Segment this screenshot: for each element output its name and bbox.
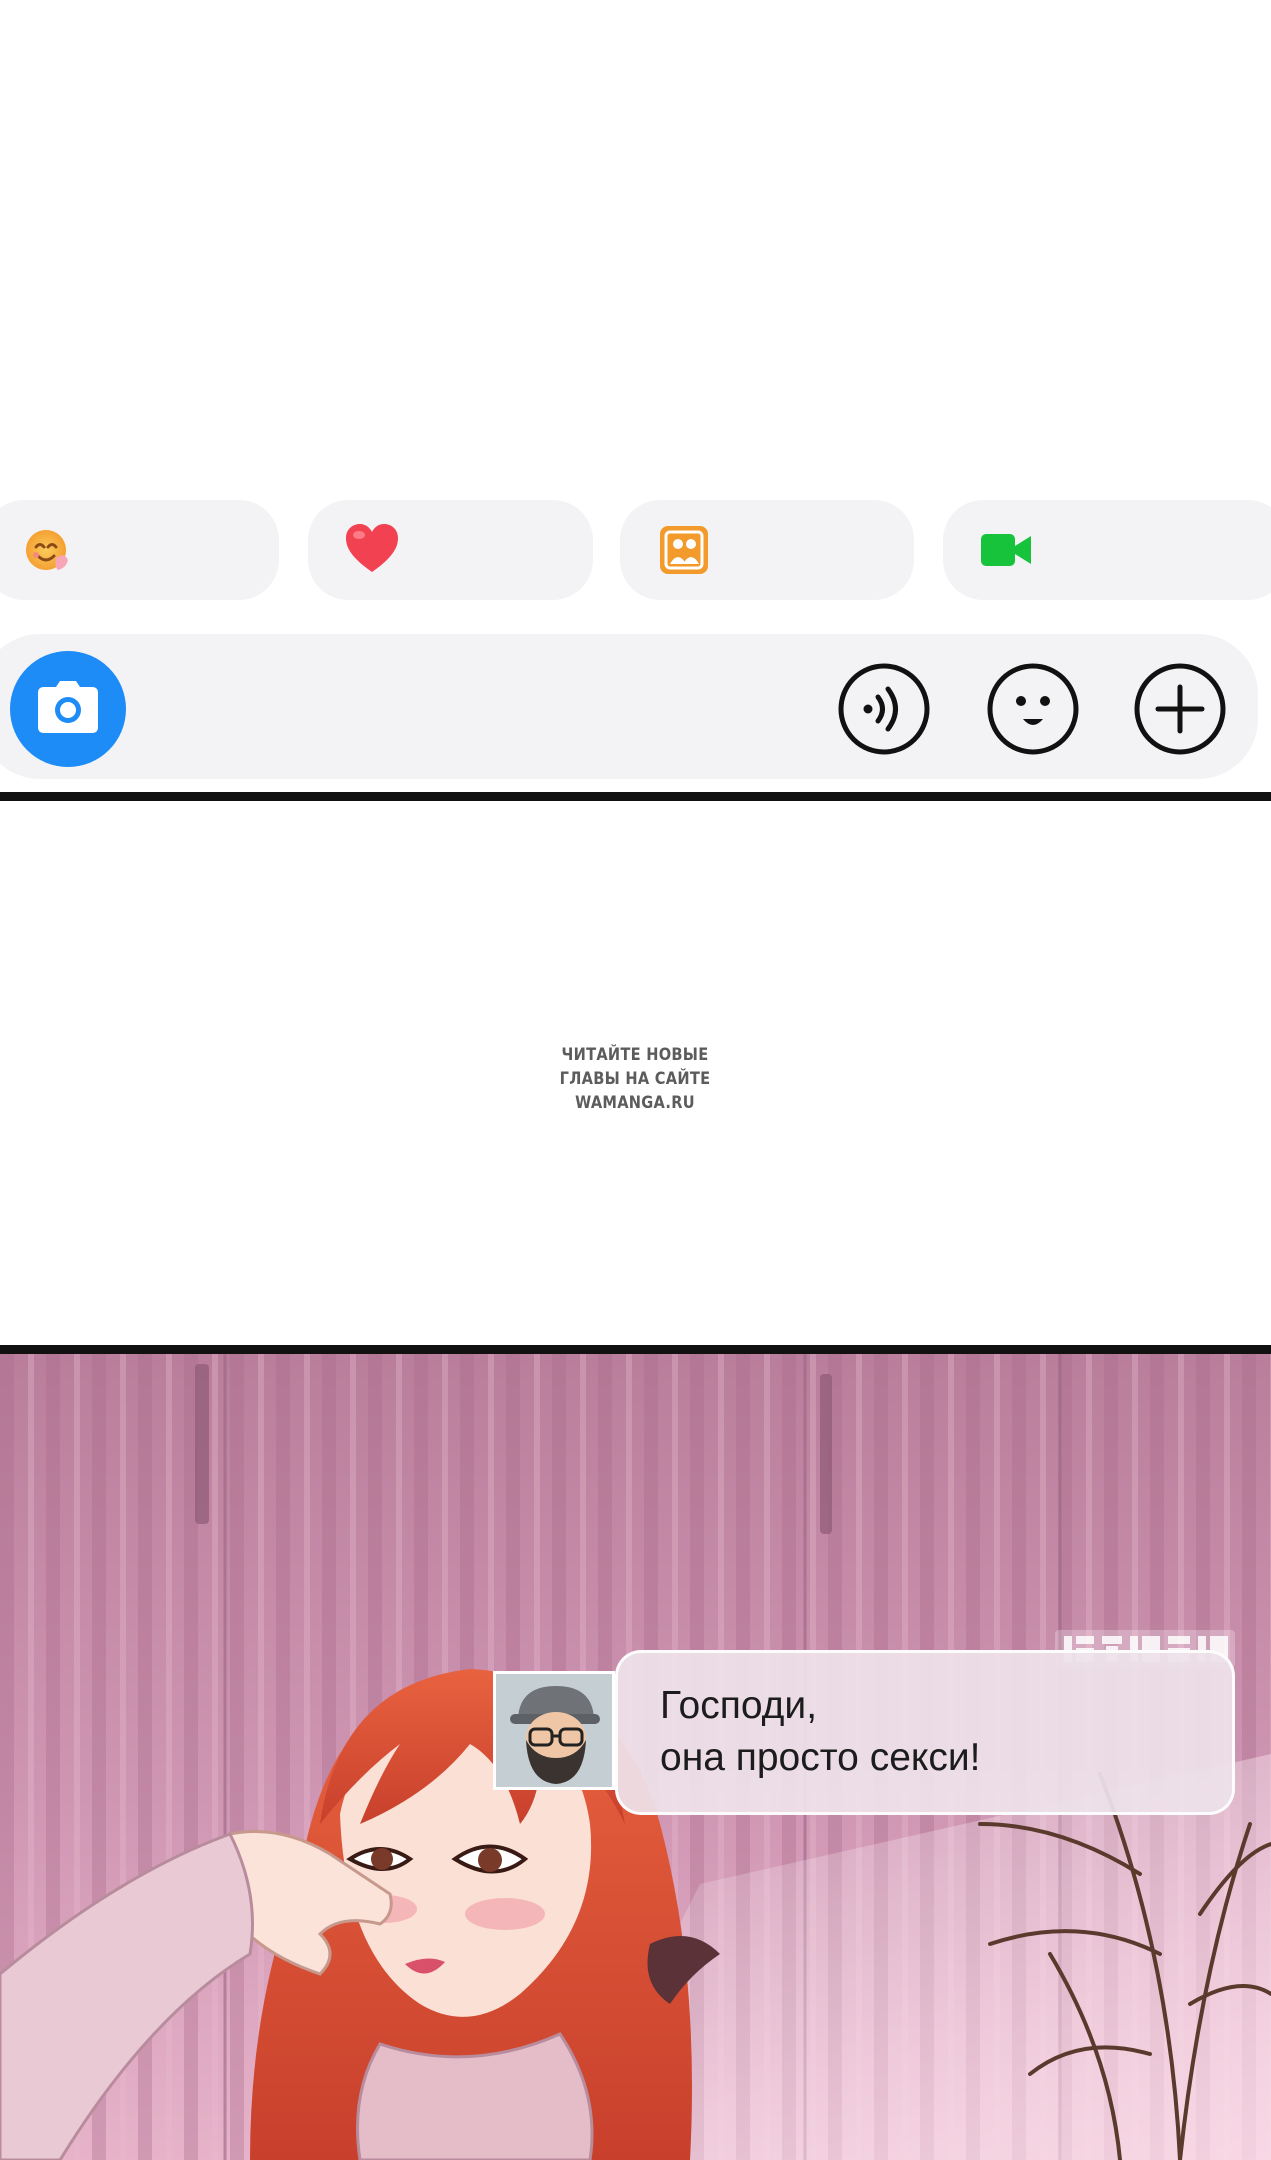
voice-button[interactable] [836, 661, 932, 757]
chat-panel [0, 0, 1271, 792]
watermark-line: ГЛАВЫ НА САЙТЕ [559, 1069, 711, 1089]
smiling-face-icon [18, 520, 78, 580]
speech-line: Господи, [660, 1684, 818, 1727]
watermark-line: WAMANGA.RU [575, 1093, 695, 1113]
watermark-panel: ЧИТАЙТЕ НОВЫЕ ГЛАВЫ НА САЙТЕ WAMANGA.RU [0, 801, 1271, 1345]
bearded-man-avatar-icon [496, 1674, 612, 1787]
heart-icon [342, 520, 402, 580]
plus-icon [1132, 661, 1228, 757]
site-watermark: ЧИТАЙТЕ НОВЫЕ ГЛАВЫ НА САЙТЕ WAMANGA.RU [549, 1043, 721, 1115]
sticker-chip[interactable] [0, 500, 279, 600]
speech-line: она просто секси! [660, 1736, 981, 1779]
camera-button[interactable] [10, 651, 126, 767]
video-camera-icon [977, 520, 1037, 580]
watermark-line: ЧИТАЙТЕ НОВЫЕ [561, 1045, 709, 1065]
speech-bubble-text: Господи, она просто секси! [660, 1680, 1220, 1784]
camera-icon [36, 679, 100, 740]
photos-chip[interactable] [620, 500, 914, 600]
like-chip[interactable] [308, 500, 593, 600]
voice-icon [836, 661, 932, 757]
plus-button[interactable] [1132, 661, 1228, 757]
panel-divider [0, 792, 1271, 801]
panel-divider [0, 1345, 1271, 1354]
video-call-chip[interactable] [943, 500, 1271, 600]
gallery-icon [654, 520, 714, 580]
emoji-icon [985, 661, 1081, 757]
emoji-button[interactable] [985, 661, 1081, 757]
avatar [493, 1671, 615, 1790]
